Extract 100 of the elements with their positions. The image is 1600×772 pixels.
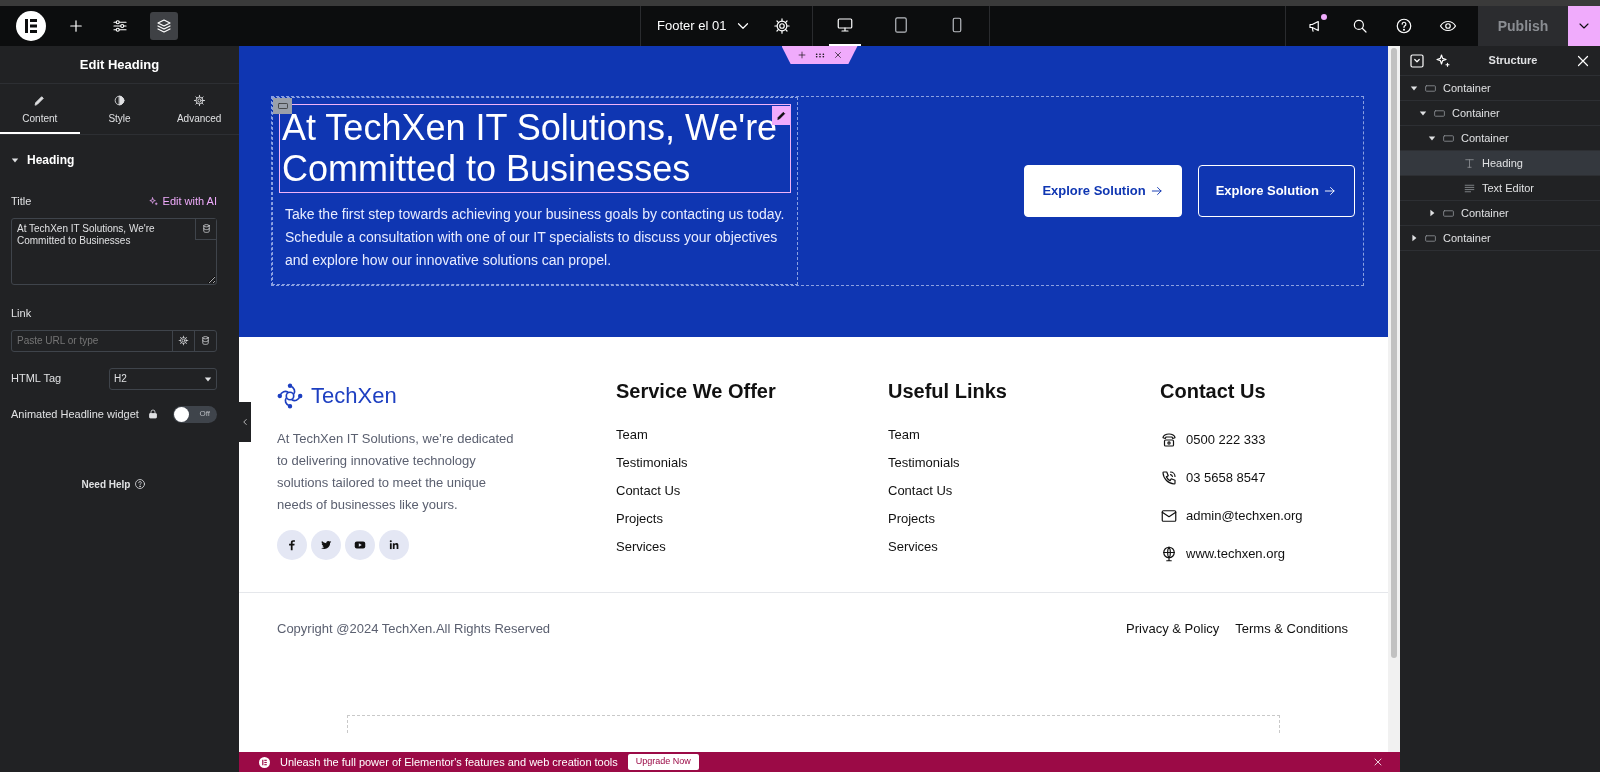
field-label: HTML Tag <box>11 371 63 387</box>
caret-icon[interactable] <box>1410 84 1418 92</box>
linkedin-icon <box>387 538 401 552</box>
mail-icon <box>1160 507 1178 525</box>
collapse-icon <box>1408 51 1426 70</box>
html-tag-select[interactable]: H2 <box>109 367 217 390</box>
contact-text: 0500 222 333 <box>1186 431 1266 450</box>
caret-icon[interactable] <box>1428 209 1436 217</box>
gear-icon[interactable] <box>178 335 189 346</box>
banner-text: Unleash the full power of Elementor's features and web creation tools <box>280 754 618 770</box>
layers-icon <box>155 17 173 35</box>
logo-icon <box>277 382 303 409</box>
plus-icon <box>67 17 85 35</box>
caret-icon[interactable] <box>11 156 19 164</box>
logo-icon[interactable] <box>16 11 46 41</box>
footer-link[interactable]: Testimonials <box>888 449 1160 477</box>
brand-name: TechXen <box>311 382 397 410</box>
hero-heading[interactable]: At TechXen IT Solutions, We're Committed to Businesses <box>279 104 791 193</box>
structure-item[interactable]: Container <box>1400 201 1600 226</box>
column-heading: Useful Links <box>888 379 1008 403</box>
database-icon <box>200 223 212 234</box>
desktop-icon <box>836 16 855 34</box>
pencil-icon <box>776 110 787 121</box>
footer-link[interactable]: Testimonials <box>616 449 888 477</box>
footer-link[interactable]: Team <box>616 421 888 449</box>
caret-icon[interactable] <box>1419 109 1427 117</box>
dynamic-tags-button[interactable] <box>195 218 216 240</box>
footer-link[interactable]: Projects <box>616 505 888 533</box>
panel-title: Structure <box>1487 53 1539 69</box>
explore-solution-button[interactable]: Explore Solution <box>1024 165 1182 217</box>
copyright-text: Copyright @2024 TechXen.All Rights Reserved <box>277 620 551 639</box>
title-textarea[interactable]: At TechXen IT Solutions, We're Committed to Businesses <box>11 217 217 285</box>
caret-icon <box>204 374 212 383</box>
social-button[interactable] <box>311 530 341 560</box>
heading-icon <box>1463 156 1476 170</box>
social-button[interactable] <box>277 530 307 560</box>
structure-item[interactable]: Container <box>1400 226 1600 251</box>
arrow-icon <box>1323 184 1337 198</box>
contact-text: www.techxen.org <box>1186 545 1285 564</box>
help-icon <box>1395 17 1413 35</box>
link-field[interactable]: Paste URL or type <box>12 330 172 351</box>
legal-link[interactable]: Privacy & Policy <box>1126 619 1220 639</box>
structure-button[interactable] <box>150 12 178 40</box>
edit-with-ai-link[interactable]: Edit with AI <box>147 193 217 210</box>
panel-tab[interactable]: Content <box>0 84 80 134</box>
arrow-icon <box>1149 184 1164 198</box>
structure-item[interactable]: Text Editor <box>1400 176 1600 201</box>
about-text: At TechXen IT Solutions, we’re dedicated to delivering innovative technology solutions tailored to meet the unique needs of businesses like yours. <box>277 430 515 514</box>
column-heading: Contact Us <box>1160 379 1267 403</box>
gear-icon <box>773 17 792 35</box>
footer-link[interactable]: Projects <box>888 505 1160 533</box>
twitter-icon <box>319 538 333 552</box>
footer-link[interactable]: Contact Us <box>616 477 888 505</box>
legal-link[interactable]: Terms & Conditions <box>1235 619 1348 639</box>
footer-link[interactable]: Services <box>616 533 888 561</box>
contact-text: 03 5658 8547 <box>1186 469 1266 488</box>
section-header[interactable]: Heading <box>11 151 217 169</box>
drag-handle-icon[interactable] <box>814 52 825 58</box>
upgrade-button[interactable]: Upgrade Now <box>627 754 699 770</box>
sparkle-icon <box>1434 51 1452 70</box>
caret-icon[interactable] <box>1410 234 1418 242</box>
hero-text: Take the first step towards achieving your business goals by contacting us today. Schedule a consultation with one of our IT specialists to discuss your objectives and explore how our innovative solutions can propel. <box>284 204 786 270</box>
caret-icon[interactable] <box>1428 134 1436 142</box>
contrast-icon <box>113 94 126 107</box>
footer-link[interactable]: Services <box>888 533 1160 561</box>
social-button[interactable] <box>379 530 409 560</box>
logo-icon <box>259 756 270 768</box>
sparkle-icon <box>147 195 159 207</box>
column-heading: Service We Offer <box>616 379 777 403</box>
chevron-icon <box>240 417 250 427</box>
link-control[interactable]: Paste URL or type <box>11 329 217 352</box>
structure-item[interactable]: Heading <box>1400 151 1600 176</box>
panel-tab[interactable]: Advanced <box>159 84 239 134</box>
explore-solution-button[interactable]: Explore Solution <box>1197 165 1355 217</box>
lock-icon <box>146 408 159 420</box>
gear-icon <box>192 94 206 107</box>
contact-text: admin@techxen.org <box>1186 507 1303 526</box>
social-button[interactable] <box>345 530 375 560</box>
search-icon <box>1351 17 1369 35</box>
plus-icon <box>796 50 807 60</box>
help-icon <box>134 478 147 490</box>
footer-link[interactable]: Team <box>888 421 1160 449</box>
close-icon <box>832 50 843 60</box>
phone-icon <box>1160 431 1178 449</box>
toggle-switch[interactable]: Off <box>173 405 217 423</box>
field-label: Link <box>11 306 33 321</box>
pencil-icon <box>33 94 47 107</box>
database-icon[interactable] <box>200 335 211 346</box>
structure-item[interactable]: Container <box>1400 101 1600 126</box>
document-dropdown[interactable]: Footer el 01 <box>641 6 769 46</box>
panel-tab[interactable]: Style <box>79 84 160 134</box>
field-label: Title <box>11 194 32 209</box>
footer-link[interactable]: Contact Us <box>888 477 1160 505</box>
publish-button[interactable]: Publish <box>1478 6 1568 46</box>
need-help-link[interactable]: Need Help <box>81 476 147 492</box>
structure-item[interactable]: Container <box>1400 76 1600 101</box>
call-icon <box>1160 469 1178 487</box>
sliders-icon <box>111 17 129 35</box>
web-icon <box>1160 545 1178 563</box>
field-label: Animated Headline widget <box>11 406 139 422</box>
